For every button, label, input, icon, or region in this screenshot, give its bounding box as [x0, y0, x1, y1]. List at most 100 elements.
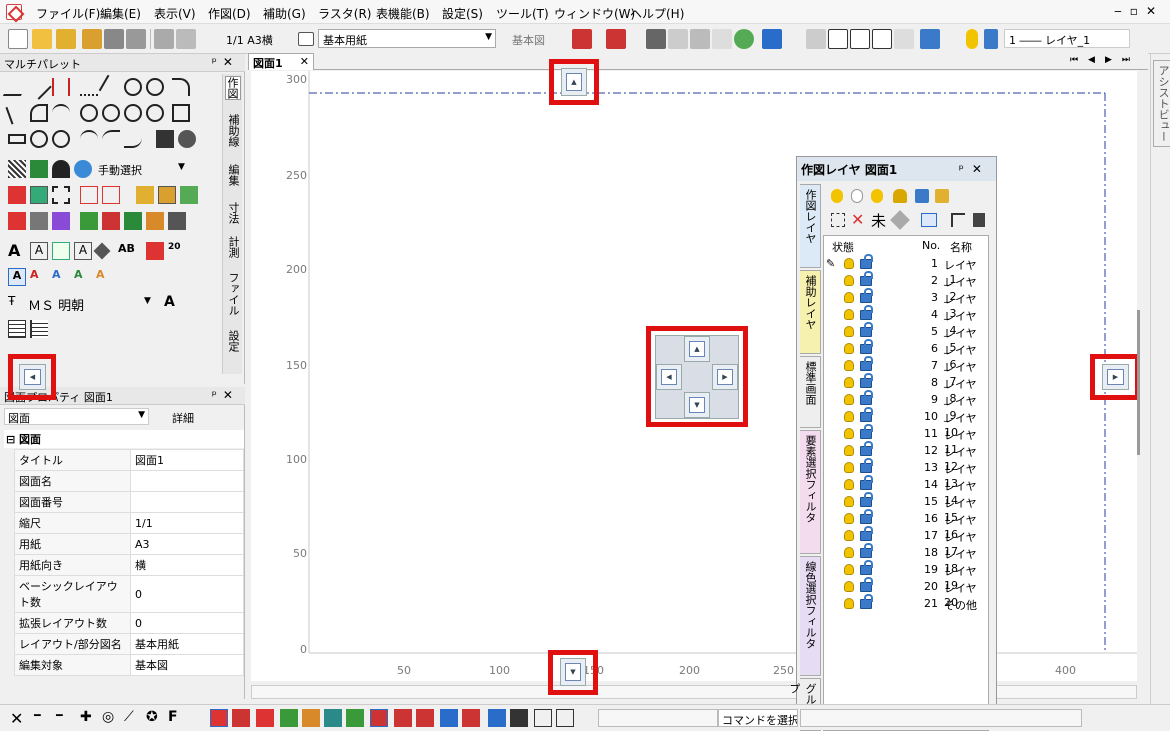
fill-remove-icon[interactable] [178, 130, 196, 148]
layer-tool-icon[interactable] [920, 29, 940, 49]
snap-cross-icon[interactable]: ✕ [10, 709, 28, 728]
layer-lock-icon[interactable] [860, 543, 873, 558]
save-icon[interactable] [104, 29, 124, 49]
open-file-icon[interactable] [32, 29, 52, 49]
mode-icon-6[interactable] [324, 709, 342, 727]
window-controls[interactable]: ‒▫✕ [1114, 4, 1164, 18]
layer-row[interactable]: 9 レイヤ_9 [824, 390, 988, 422]
snap-free-icon[interactable]: F [168, 709, 186, 727]
tab-settings[interactable]: 設定 [225, 330, 241, 352]
layer-row[interactable]: 7 レイヤ_7 [824, 356, 988, 388]
layer-visible-bulb-icon[interactable] [844, 394, 854, 405]
table-style-icon[interactable] [30, 320, 48, 338]
layer-lock-icon[interactable] [860, 305, 873, 320]
circle-tangent3-icon[interactable] [146, 104, 164, 122]
layer-row[interactable]: 10 レイヤ10 [824, 407, 988, 439]
layer-row[interactable]: 3 レイヤ_3 [824, 288, 988, 320]
layer-visible-bulb-icon[interactable] [844, 530, 854, 541]
rect-point-icon[interactable] [8, 134, 26, 144]
bezier-icon[interactable] [102, 130, 120, 148]
layer-lock-icon[interactable] [860, 407, 873, 422]
dock-center-bottom[interactable]: ▼ [684, 392, 710, 418]
mode-icon-10[interactable] [416, 709, 434, 727]
layer-lock-icon[interactable] [860, 339, 873, 354]
circle-center-icon[interactable] [80, 104, 98, 122]
dotted-line-icon[interactable] [80, 78, 98, 96]
menu-file[interactable]: ファイル(F) [36, 5, 100, 22]
layer-visible-bulb-icon[interactable] [844, 513, 854, 524]
snap-midpoint-icon[interactable]: ━ [56, 709, 74, 727]
print-preview-icon[interactable] [176, 29, 196, 49]
layer-row[interactable]: 18 レイヤ18 [824, 543, 988, 575]
layer-row[interactable]: 16 レイヤ16 [824, 509, 988, 541]
print-icon[interactable] [154, 29, 174, 49]
layer-row[interactable]: 12 レイヤ12 [824, 441, 988, 473]
layer-visible-bulb-icon[interactable] [844, 479, 854, 490]
layer-lock-icon[interactable] [860, 390, 873, 405]
menu-raster[interactable]: ラスタ(R) [318, 5, 371, 22]
props-combo[interactable]: 図面 ▼ [4, 408, 149, 425]
copy-icon[interactable] [668, 29, 688, 49]
group-icon[interactable] [850, 29, 870, 49]
dock-top-button[interactable]: ▲ [561, 68, 587, 96]
angle-icon[interactable] [98, 74, 124, 100]
save-as-icon[interactable] [126, 29, 146, 49]
number-icon[interactable]: 20 [168, 242, 186, 260]
origin-icon[interactable] [556, 709, 574, 727]
layer-visible-bulb-icon[interactable] [844, 462, 854, 473]
mode-icon-4[interactable] [280, 709, 298, 727]
text-replace-icon[interactable]: AB [118, 242, 136, 260]
leader-icon[interactable] [93, 242, 111, 260]
select-attr-icon[interactable] [180, 186, 198, 204]
font-size-icon[interactable]: A [164, 294, 182, 312]
col-name[interactable]: 名称 [950, 239, 972, 255]
layer-combo[interactable]: 1 ―― レイヤ_1 [1004, 29, 1130, 48]
layer-row[interactable]: 21 その他 [824, 594, 988, 614]
layer-lock-icon[interactable] [860, 271, 873, 286]
grid-icon[interactable] [440, 709, 458, 727]
layer-row[interactable]: 17 レイヤ17 [824, 526, 988, 558]
layer-lock-icon[interactable] [860, 577, 873, 592]
redo-icon[interactable] [606, 29, 626, 49]
axis-icon[interactable] [534, 709, 552, 727]
edit-mode-icon[interactable] [488, 709, 506, 727]
new-layer-icon[interactable] [831, 213, 845, 227]
select-mode-label[interactable]: 手動選択 [98, 162, 142, 178]
menu-table[interactable]: 表機能(B) [376, 5, 430, 22]
open-folder-icon[interactable] [56, 29, 76, 49]
layer-visible-bulb-icon[interactable] [844, 496, 854, 507]
spline-icon[interactable] [80, 130, 98, 148]
mode-icon-7[interactable] [346, 709, 364, 727]
circle-2pt-icon[interactable] [102, 104, 120, 122]
undo-icon[interactable] [572, 29, 592, 49]
parallel-lines-icon[interactable] [52, 78, 70, 96]
select-layer-icon[interactable] [136, 186, 154, 204]
menu-settings[interactable]: 設定(S) [442, 5, 483, 22]
layer-lock-icon[interactable] [860, 475, 873, 490]
layer-lock-icon[interactable] [860, 254, 873, 269]
snap-perpendicular-icon[interactable]: ⟋ [124, 709, 142, 727]
fill-icon[interactable] [156, 130, 174, 148]
search-icon[interactable] [762, 29, 782, 49]
ellipse-icon[interactable] [26, 126, 52, 152]
toggle-bulb-icon[interactable] [871, 189, 883, 203]
toggle-lock-icon[interactable] [935, 189, 949, 203]
tab-nav-arrows[interactable]: ⏮◀▶⏭ [1070, 55, 1140, 65]
folder-icon[interactable] [82, 29, 102, 49]
copy-tool-icon[interactable] [52, 212, 70, 230]
mode-icon-9[interactable] [394, 709, 412, 727]
erase-icon[interactable] [894, 29, 914, 49]
select-mode-dropdown[interactable]: ▼ [178, 162, 185, 172]
col-state[interactable]: 状態 [832, 239, 854, 255]
tab-color-filter[interactable]: 線色選択フィルタ [800, 556, 821, 676]
menu-assist[interactable]: 補助(G) [263, 5, 306, 22]
tab-edit[interactable]: 編集 [225, 164, 241, 186]
dock-left-button[interactable]: ◀ [19, 364, 46, 390]
layer-row[interactable]: 2 レイヤ_2 [824, 271, 988, 303]
select-rect-icon[interactable] [52, 186, 70, 204]
layer-row[interactable]: 14 レイヤ14 [824, 475, 988, 507]
tab-drawing1[interactable]: 図面1 ✕ [248, 53, 314, 70]
menu-edit[interactable]: 編集(E) [100, 5, 141, 22]
layer-visible-bulb-icon[interactable] [844, 547, 854, 558]
layer-row[interactable]: 11 レイヤ11 [824, 424, 988, 456]
